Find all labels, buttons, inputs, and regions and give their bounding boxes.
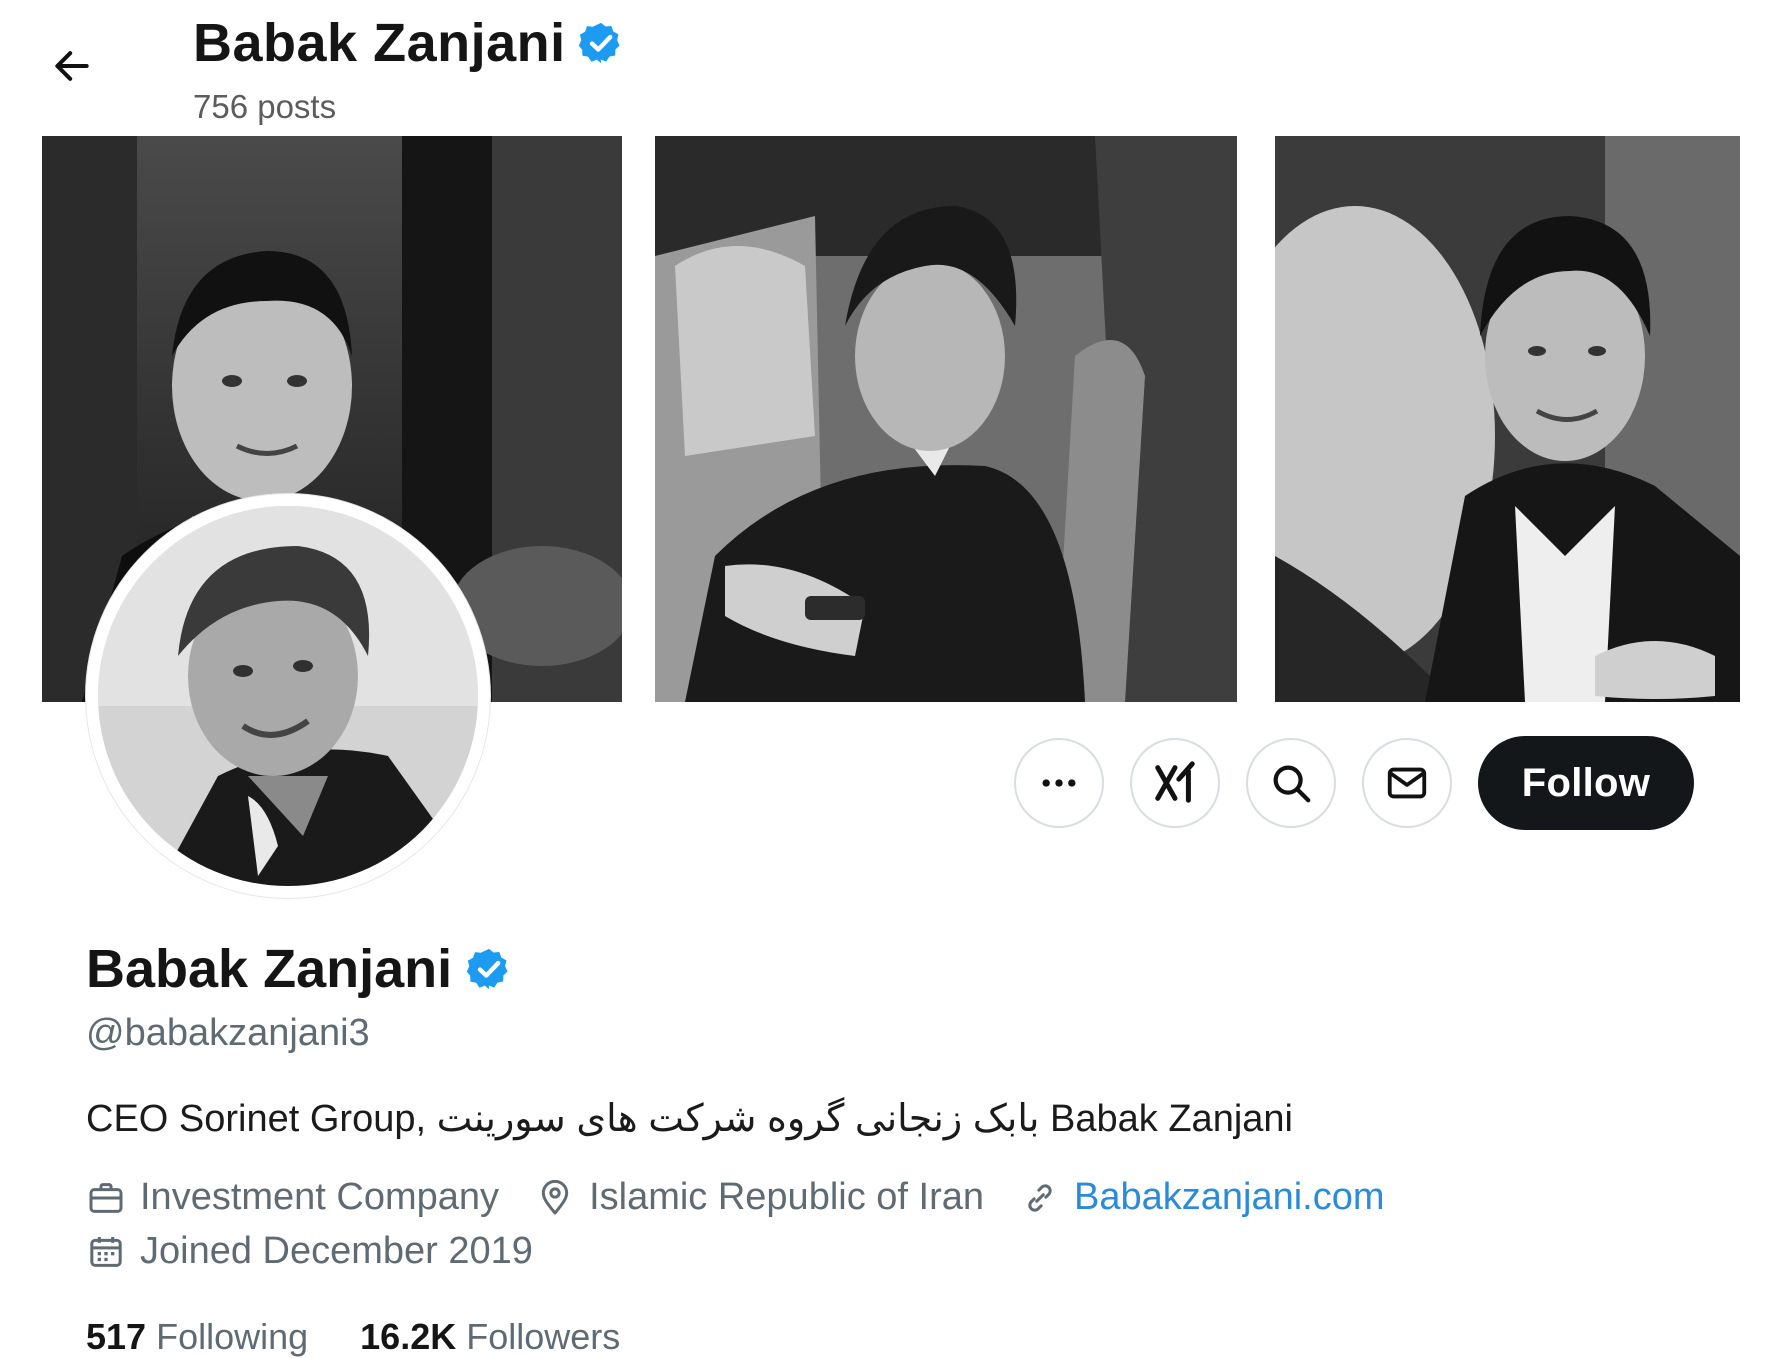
following-link[interactable]: 517 Following (86, 1316, 308, 1358)
meta-website[interactable]: Babakzanjani.com (1020, 1176, 1385, 1219)
more-options-button[interactable] (1014, 738, 1104, 828)
following-label: Following (156, 1316, 309, 1357)
followers-count: 16.2K (360, 1316, 457, 1357)
envelope-icon (1384, 760, 1430, 806)
followers-link[interactable]: 16.2K Followers (360, 1316, 620, 1358)
followers-label: Followers (466, 1316, 621, 1357)
header-title-row: Babak Zanjani (193, 12, 624, 74)
profile-joined-row: Joined December 2019 (86, 1230, 569, 1273)
profile-name: Babak Zanjani (86, 939, 453, 999)
header-name: Babak Zanjani (193, 13, 566, 73)
link-icon (1020, 1178, 1074, 1218)
back-button[interactable] (40, 40, 104, 96)
arrow-left-icon (50, 44, 94, 93)
meta-location: Islamic Republic of Iran (535, 1176, 984, 1219)
search-icon (1268, 760, 1314, 806)
grok-icon (1152, 760, 1198, 806)
profile-bio: CEO Sorinet Group, بابک زنجانی گروه شرکت… (86, 1098, 1293, 1140)
joined-text: Joined December 2019 (140, 1230, 533, 1272)
post-count: 756 posts (193, 88, 337, 125)
verified-badge-icon[interactable] (466, 946, 512, 992)
message-button[interactable] (1362, 738, 1452, 828)
search-profile-button[interactable] (1246, 738, 1336, 828)
follow-button[interactable]: Follow (1478, 736, 1694, 830)
banner-photo-center[interactable] (655, 136, 1237, 702)
following-count: 517 (86, 1316, 147, 1357)
profile-stats: 517 Following 16.2K Followers (86, 1316, 672, 1358)
profile-handle: @babakzanjani3 (86, 1012, 370, 1054)
location-pin-icon (535, 1178, 589, 1218)
calendar-icon (86, 1232, 140, 1272)
category-text: Investment Company (140, 1176, 500, 1218)
profile-name-row: Babak Zanjani (86, 938, 512, 1000)
profile-meta-row: Investment Company Islamic Republic of I… (86, 1176, 1421, 1219)
profile-avatar[interactable] (86, 494, 490, 898)
profile-actions: Follow (1014, 736, 1694, 830)
location-text: Islamic Republic of Iran (589, 1176, 984, 1218)
avatar-image (98, 506, 478, 886)
meta-joined: Joined December 2019 (86, 1230, 533, 1273)
more-dots-icon (1037, 761, 1081, 805)
banner-photo-right[interactable] (1275, 136, 1740, 702)
briefcase-icon (86, 1178, 140, 1218)
grok-button[interactable] (1130, 738, 1220, 828)
verified-badge-icon (578, 20, 624, 66)
website-link[interactable]: Babakzanjani.com (1074, 1176, 1385, 1219)
meta-category: Investment Company (86, 1176, 499, 1219)
